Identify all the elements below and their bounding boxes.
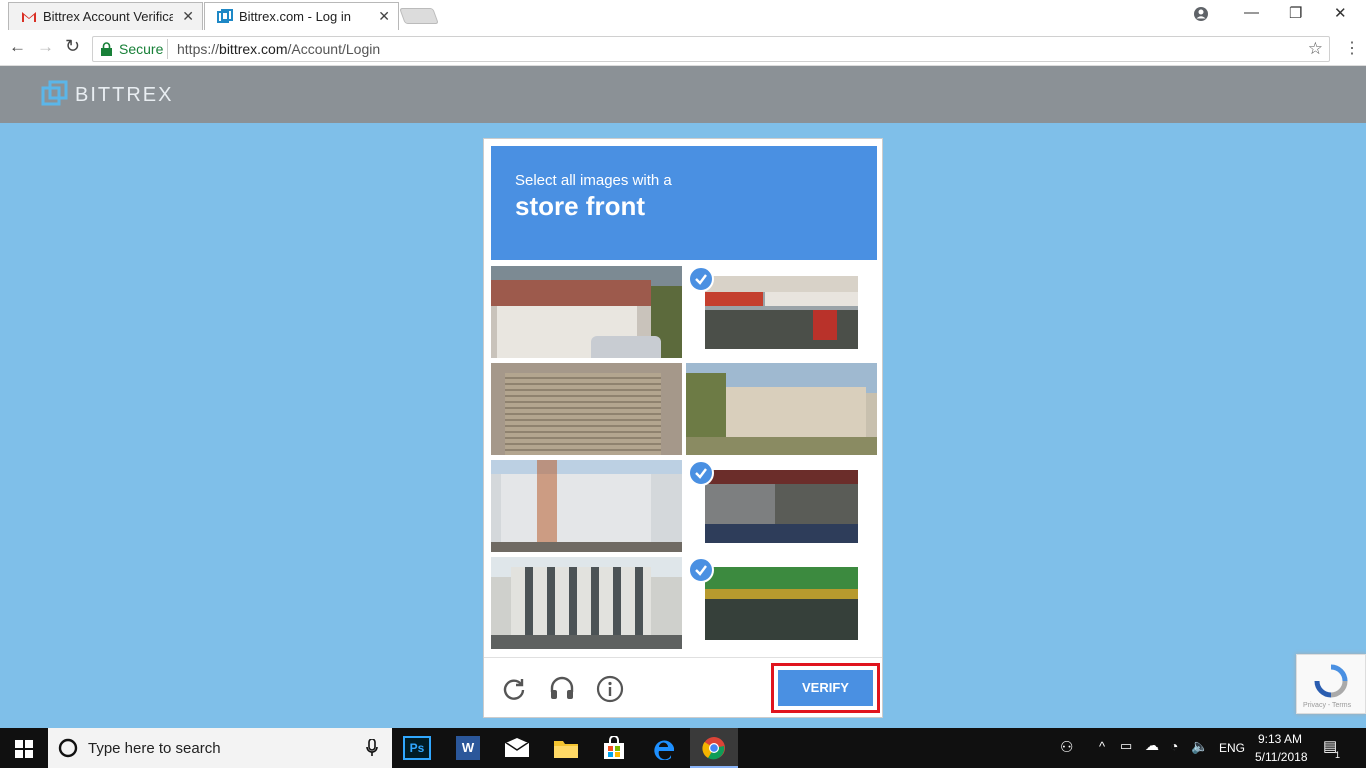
captcha-tile-8[interactable] [705, 567, 858, 640]
people-icon[interactable]: ⚇ [1060, 738, 1073, 756]
file-explorer-icon[interactable] [553, 737, 579, 759]
store-icon[interactable] [602, 736, 626, 760]
url-scheme: https:// [177, 41, 220, 57]
battery-icon[interactable]: ▭ [1120, 738, 1132, 754]
prompt-instruction: Select all images with a [515, 172, 672, 189]
verify-highlight: VERIFY [771, 663, 880, 713]
tab-bittrex[interactable]: Bittrex.com - Log in ✕ [204, 2, 399, 30]
chrome-taskbar-button[interactable] [690, 728, 738, 768]
verify-button[interactable]: VERIFY [778, 670, 873, 706]
bittrex-logo-icon[interactable] [41, 80, 68, 107]
selected-check-icon [688, 557, 714, 583]
mail-icon[interactable] [504, 738, 530, 758]
new-tab-button[interactable] [399, 8, 439, 24]
cortana-icon [58, 738, 78, 758]
selected-check-icon [688, 266, 714, 292]
word-icon[interactable]: W [456, 736, 480, 760]
clock-time[interactable]: 9:13 AM [1258, 732, 1302, 746]
restore-icon[interactable]: ❐ [1289, 4, 1302, 22]
volume-icon[interactable]: 🔈 [1191, 738, 1208, 755]
url-text: https://bittrex.com/Account/Login [177, 41, 380, 57]
info-icon[interactable] [596, 675, 624, 703]
tab-gmail[interactable]: Bittrex Account Verificatio ✕ [8, 2, 203, 30]
language-indicator[interactable]: ENG [1219, 741, 1245, 755]
menu-icon[interactable]: ⋮ [1344, 38, 1360, 58]
edge-icon[interactable] [652, 736, 676, 760]
address-bar[interactable]: Secure https://bittrex.com/Account/Login… [92, 36, 1330, 62]
chrome-icon [702, 737, 725, 760]
captcha-prompt: Select all images with a store front [491, 146, 877, 260]
reload-page-icon[interactable]: ↻ [65, 36, 80, 57]
lock-icon [101, 42, 112, 56]
prompt-target: store front [515, 191, 645, 221]
close-tab-icon[interactable]: ✕ [378, 8, 390, 25]
windows-start-icon[interactable] [15, 740, 33, 758]
reload-icon[interactable] [501, 676, 527, 702]
recaptcha-footer[interactable]: Privacy - Terms [1303, 702, 1351, 709]
clock-date[interactable]: 5/11/2018 [1255, 750, 1308, 764]
chevron-up-icon[interactable]: ^ [1099, 739, 1105, 754]
selected-check-icon [688, 460, 714, 486]
url-host: bittrex.com [219, 41, 288, 57]
wifi-icon[interactable]: ◔ [1170, 738, 1178, 754]
captcha-tile-6[interactable] [705, 470, 858, 543]
photoshop-icon[interactable]: Ps [403, 736, 431, 760]
captcha-tile-7[interactable] [491, 557, 682, 649]
tab-strip: Bittrex Account Verificatio ✕ Bittrex.co… [0, 0, 1366, 32]
site-header [0, 66, 1366, 123]
notification-count: 1 [1335, 750, 1341, 760]
profile-icon[interactable] [1193, 6, 1209, 22]
close-tab-icon[interactable]: ✕ [182, 8, 194, 25]
divider [167, 39, 168, 59]
close-window-icon[interactable]: ✕ [1334, 4, 1347, 22]
gmail-icon [22, 12, 36, 22]
captcha-tile-1[interactable] [491, 266, 682, 358]
captcha-tile-4[interactable] [686, 363, 877, 455]
microphone-icon[interactable] [366, 739, 378, 757]
onedrive-icon[interactable]: ☁ [1145, 737, 1159, 754]
headphones-icon[interactable] [548, 674, 576, 702]
search-placeholder: Type here to search [88, 740, 221, 757]
captcha-tile-5[interactable] [491, 460, 682, 552]
captcha-tile-2[interactable] [705, 276, 858, 349]
captcha-tile-3[interactable] [491, 363, 682, 455]
minimize-icon[interactable]: — [1244, 4, 1259, 21]
recaptcha-logo-icon [1314, 664, 1348, 698]
taskbar-search[interactable]: Type here to search [48, 728, 392, 768]
bookmark-star-icon[interactable]: ☆ [1308, 39, 1323, 59]
divider [484, 657, 882, 658]
tab-label: Bittrex Account Verificatio [43, 9, 173, 24]
recaptcha-badge[interactable]: Privacy - Terms [1296, 654, 1366, 714]
url-path: /Account/Login [287, 41, 381, 57]
tab-label: Bittrex.com - Log in [239, 9, 351, 24]
back-icon[interactable]: ← [9, 37, 26, 57]
forward-icon[interactable]: → [37, 37, 54, 57]
secure-label: Secure [119, 41, 164, 57]
brand-name[interactable]: BITTREX [75, 84, 173, 107]
bittrex-favicon-icon [217, 9, 233, 23]
